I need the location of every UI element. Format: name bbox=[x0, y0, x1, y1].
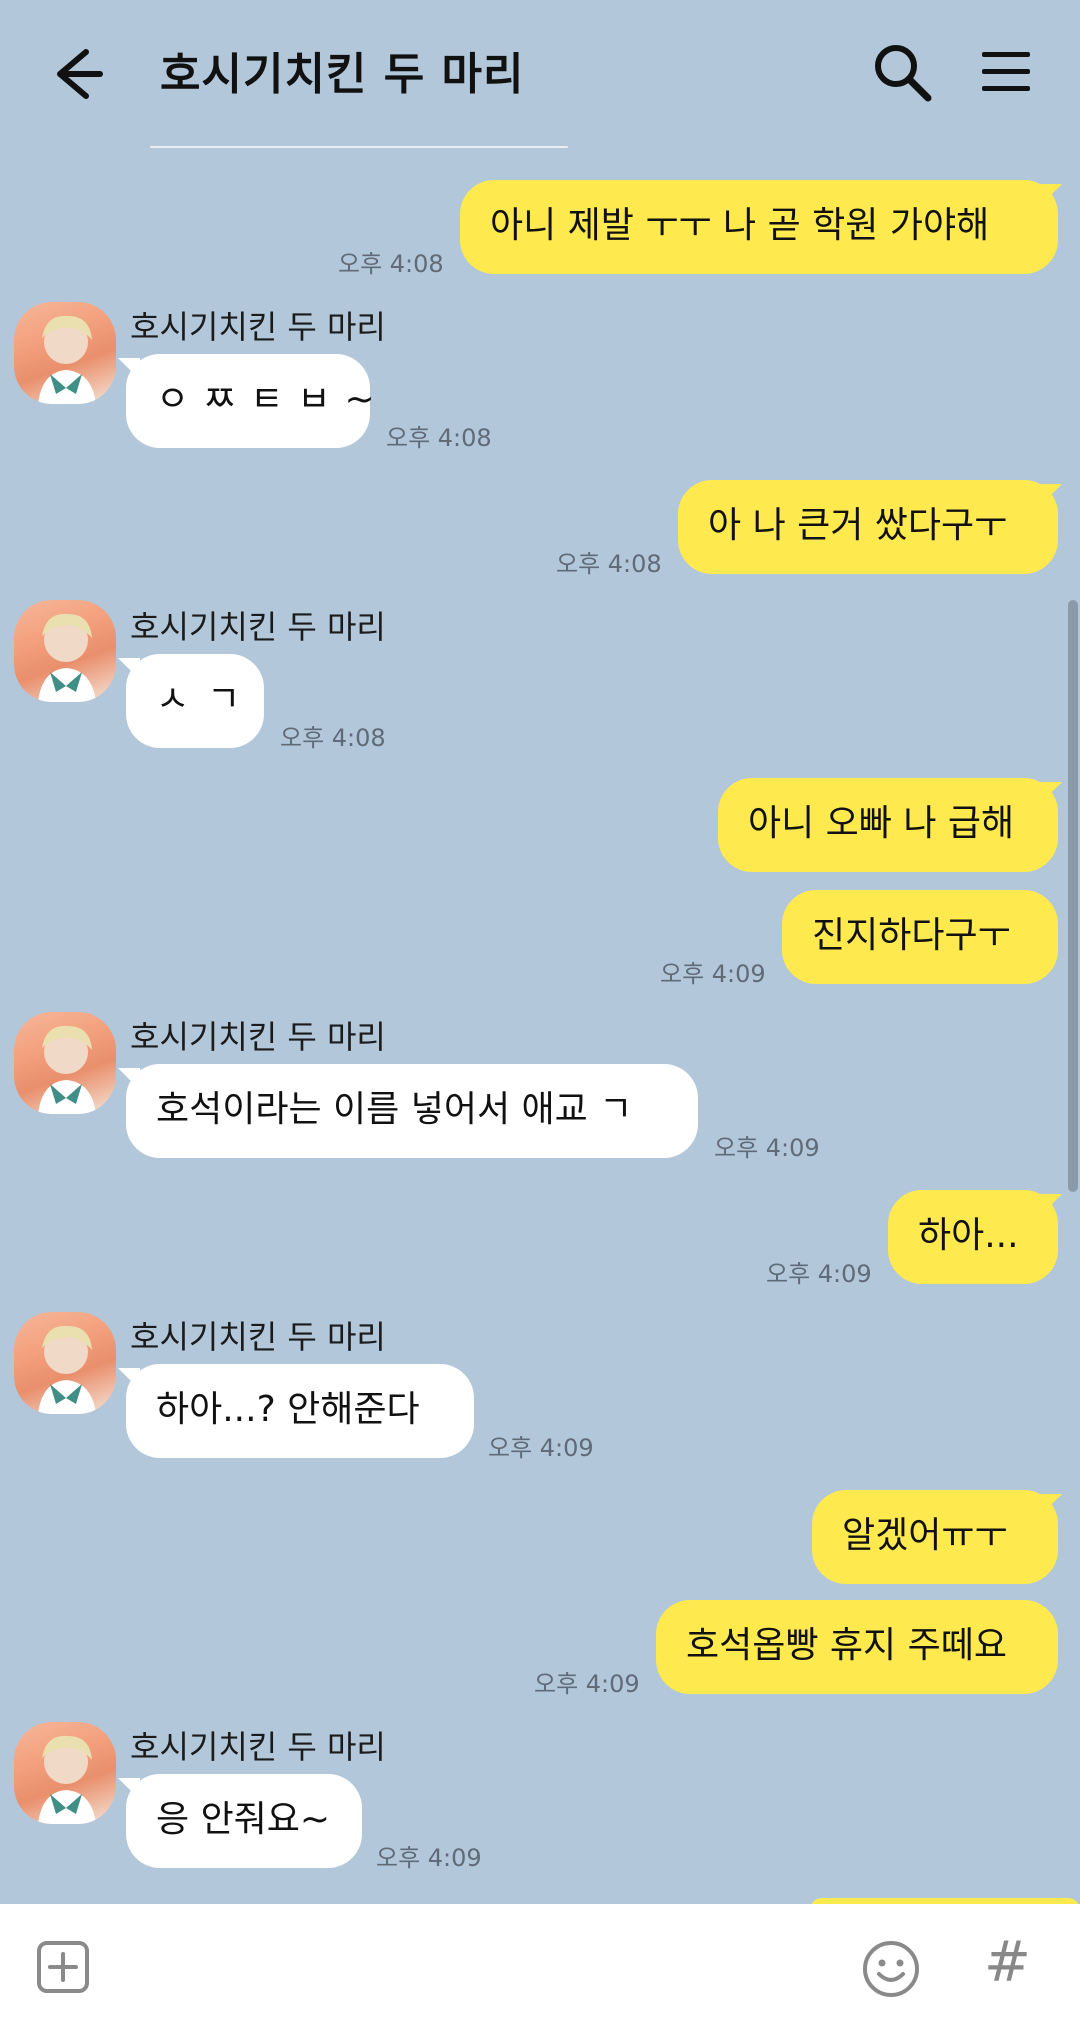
bubble-tail bbox=[118, 1368, 140, 1390]
message-time: 오후 4:08 bbox=[280, 724, 386, 752]
message-text: 진지하다구ㅜ bbox=[812, 915, 1011, 956]
incoming-message-bubble[interactable]: ㅇㅉㅌㅂ~ bbox=[126, 354, 375, 448]
menu-button[interactable] bbox=[980, 48, 1032, 96]
profile-photo-icon bbox=[38, 1025, 96, 1114]
back-button[interactable] bbox=[40, 42, 114, 106]
hamburger-menu-icon bbox=[982, 52, 1030, 91]
message-text: 호석옵빵 휴지 주떼요 bbox=[686, 1625, 1007, 1666]
sender-name: 호시기치킨 두 마리 bbox=[130, 1018, 386, 1056]
input-bar: # bbox=[0, 1904, 1080, 2018]
bubble-tail bbox=[1040, 484, 1062, 506]
message-text: 호석이라는 이름 넣어서 애교 ㄱ bbox=[156, 1089, 633, 1130]
chat-header: 호시기치킨 두 마리 bbox=[0, 0, 1080, 150]
message-time: 오후 4:09 bbox=[488, 1434, 594, 1462]
message-time: 오후 4:09 bbox=[660, 960, 766, 988]
chat-title: 호시기치킨 두 마리 bbox=[160, 49, 525, 100]
bubble-tail bbox=[1040, 1194, 1062, 1216]
avatar[interactable] bbox=[14, 600, 116, 702]
outgoing-message-bubble[interactable]: 알겠어ㅠㅜ bbox=[812, 1490, 1058, 1584]
message-text: 아니 오빠 나 급해 bbox=[748, 803, 1015, 844]
profile-photo-icon bbox=[38, 1325, 96, 1414]
plus-icon bbox=[37, 1941, 89, 1993]
outgoing-message-bubble[interactable]: 아 나 큰거 쌌다구ㅜ bbox=[678, 480, 1058, 574]
outgoing-message-bubble[interactable]: 아니 오빠 나 급해 bbox=[718, 778, 1058, 872]
avatar[interactable] bbox=[14, 1722, 116, 1824]
bubble-tail bbox=[1040, 782, 1062, 804]
message-text: 하아... bbox=[918, 1215, 1019, 1256]
message-text: ㅅㄱ bbox=[156, 679, 259, 720]
search-button[interactable] bbox=[870, 40, 936, 106]
incoming-message-bubble[interactable]: 하아...? 안해준다 bbox=[126, 1364, 474, 1458]
scrollbar[interactable] bbox=[1068, 600, 1078, 1192]
emoji-button[interactable] bbox=[862, 1940, 920, 1998]
incoming-message-bubble[interactable]: 호석이라는 이름 넣어서 애교 ㄱ bbox=[126, 1064, 698, 1158]
avatar[interactable] bbox=[14, 1312, 116, 1414]
sender-name: 호시기치킨 두 마리 bbox=[130, 608, 386, 646]
outgoing-message-bubble[interactable]: 하아... bbox=[888, 1190, 1058, 1284]
message-time: 오후 4:09 bbox=[714, 1134, 820, 1162]
sender-name: 호시기치킨 두 마리 bbox=[130, 1728, 386, 1766]
message-text: ㅇㅉㅌㅂ~ bbox=[156, 379, 389, 420]
message-time: 오후 4:08 bbox=[556, 550, 662, 578]
header-divider bbox=[150, 146, 568, 148]
avatar[interactable] bbox=[14, 1012, 116, 1114]
bubble-tail bbox=[1040, 184, 1062, 206]
message-text: 응 안줘요~ bbox=[156, 1799, 331, 1840]
outgoing-message-bubble[interactable]: 진지하다구ㅜ bbox=[782, 890, 1058, 984]
bubble-tail bbox=[118, 358, 140, 380]
outgoing-message-bubble[interactable]: 호석옵빵 휴지 주떼요 bbox=[656, 1600, 1058, 1694]
message-time: 오후 4:09 bbox=[376, 1844, 482, 1872]
emoji-icon bbox=[863, 1941, 919, 1997]
bubble-tail bbox=[118, 1068, 140, 1090]
message-time: 오후 4:09 bbox=[534, 1670, 640, 1698]
message-time: 오후 4:09 bbox=[766, 1260, 872, 1288]
hash-button[interactable]: # bbox=[984, 1930, 1031, 1995]
message-text: 알겠어ㅠㅜ bbox=[842, 1515, 1008, 1556]
outgoing-message-bubble[interactable]: 아니 제발 ㅜㅜ 나 곧 학원 가야해 bbox=[460, 180, 1058, 274]
bubble-tail bbox=[118, 1778, 140, 1800]
sender-name: 호시기치킨 두 마리 bbox=[130, 308, 386, 346]
message-text: 아니 제발 ㅜㅜ 나 곧 학원 가야해 bbox=[490, 205, 990, 246]
message-text: 하아...? 안해준다 bbox=[156, 1389, 420, 1430]
attach-button[interactable] bbox=[36, 1940, 90, 1994]
search-icon bbox=[875, 45, 932, 102]
hash-icon: # bbox=[984, 1930, 1031, 1995]
avatar[interactable] bbox=[14, 302, 116, 404]
incoming-message-bubble[interactable]: ㅅㄱ bbox=[126, 654, 264, 748]
incoming-message-bubble[interactable]: 응 안줘요~ bbox=[126, 1774, 362, 1868]
bubble-tail bbox=[118, 658, 140, 680]
back-arrow-icon bbox=[57, 49, 103, 99]
profile-photo-icon bbox=[38, 1735, 96, 1824]
profile-photo-icon bbox=[38, 315, 96, 404]
bubble-tail bbox=[1040, 1494, 1062, 1516]
sender-name: 호시기치킨 두 마리 bbox=[130, 1318, 386, 1356]
message-time: 오후 4:08 bbox=[386, 424, 492, 452]
message-text: 아 나 큰거 쌌다구ㅜ bbox=[708, 505, 1008, 546]
profile-photo-icon bbox=[38, 613, 96, 702]
message-time: 오후 4:08 bbox=[338, 250, 444, 278]
